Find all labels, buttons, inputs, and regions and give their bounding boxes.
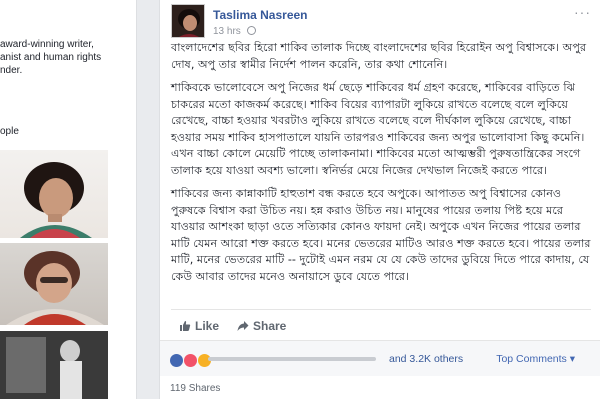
bio-line: anist and human rights bbox=[0, 52, 102, 63]
reactor-names-blurred bbox=[208, 352, 378, 364]
share-count-link[interactable]: 119 Shares bbox=[170, 383, 220, 394]
intro-bio: award-winning writer, anist and human ri… bbox=[0, 38, 101, 77]
post-text: বাংলাদেশের ছবির হিরো শাকিব তালাক দিচ্ছে … bbox=[171, 40, 591, 292]
portrait-image bbox=[20, 162, 92, 238]
like-reaction-icon bbox=[170, 354, 183, 368]
share-arrow-icon bbox=[237, 320, 249, 332]
love-reaction-icon bbox=[184, 354, 197, 368]
more-options-icon[interactable]: ··· bbox=[574, 4, 591, 20]
people-section-label: ople bbox=[0, 126, 19, 137]
bio-line: award-winning writer, bbox=[0, 39, 94, 50]
post-timestamp[interactable]: 13 hrs bbox=[213, 26, 241, 37]
author-name-link[interactable]: Taslima Nasreen bbox=[213, 8, 308, 22]
share-button[interactable]: Share bbox=[237, 319, 286, 333]
post-paragraph: শাকিবের জন্য কান্নাকাটি হাহুতাশ বন্ধ করত… bbox=[171, 187, 591, 283]
facebook-post: Taslima Nasreen 13 hrs ··· বাংলাদেশের ছব… bbox=[159, 0, 600, 399]
bio-line: nder. bbox=[0, 65, 23, 76]
author-avatar[interactable] bbox=[171, 4, 205, 38]
thumbs-up-icon bbox=[179, 320, 191, 332]
post-meta: 13 hrs bbox=[213, 26, 256, 37]
post-paragraph: শাকিবকে ভালোবেসে অপু নিজের ধর্ম ছেড়ে শা… bbox=[171, 81, 585, 177]
portrait-image bbox=[6, 251, 104, 325]
post-paragraph: বাংলাদেশের ছবির হিরো শাকিব তালাক দিচ্ছে … bbox=[171, 41, 587, 71]
profile-photo-thumbnail[interactable] bbox=[0, 243, 108, 325]
like-button[interactable]: Like bbox=[179, 319, 219, 333]
comment-sort-dropdown[interactable]: Top Comments ▾ bbox=[496, 353, 575, 365]
reaction-count-link[interactable]: and 3.2K others bbox=[389, 353, 463, 365]
portrait-image bbox=[0, 331, 108, 399]
post-actions-bar: Like Share bbox=[171, 309, 591, 339]
like-label: Like bbox=[195, 319, 220, 333]
avatar-image bbox=[172, 5, 204, 37]
reaction-icons[interactable] bbox=[170, 352, 212, 370]
share-label: Share bbox=[253, 319, 287, 333]
profile-photo-thumbnail[interactable] bbox=[0, 331, 108, 399]
left-sidebar: award-winning writer, anist and human ri… bbox=[0, 0, 137, 399]
public-audience-icon bbox=[246, 26, 256, 35]
post-header: Taslima Nasreen 13 hrs ··· bbox=[171, 4, 591, 38]
reactions-bar: and 3.2K others Top Comments ▾ bbox=[160, 340, 600, 376]
profile-photo-thumbnail[interactable] bbox=[0, 150, 108, 238]
